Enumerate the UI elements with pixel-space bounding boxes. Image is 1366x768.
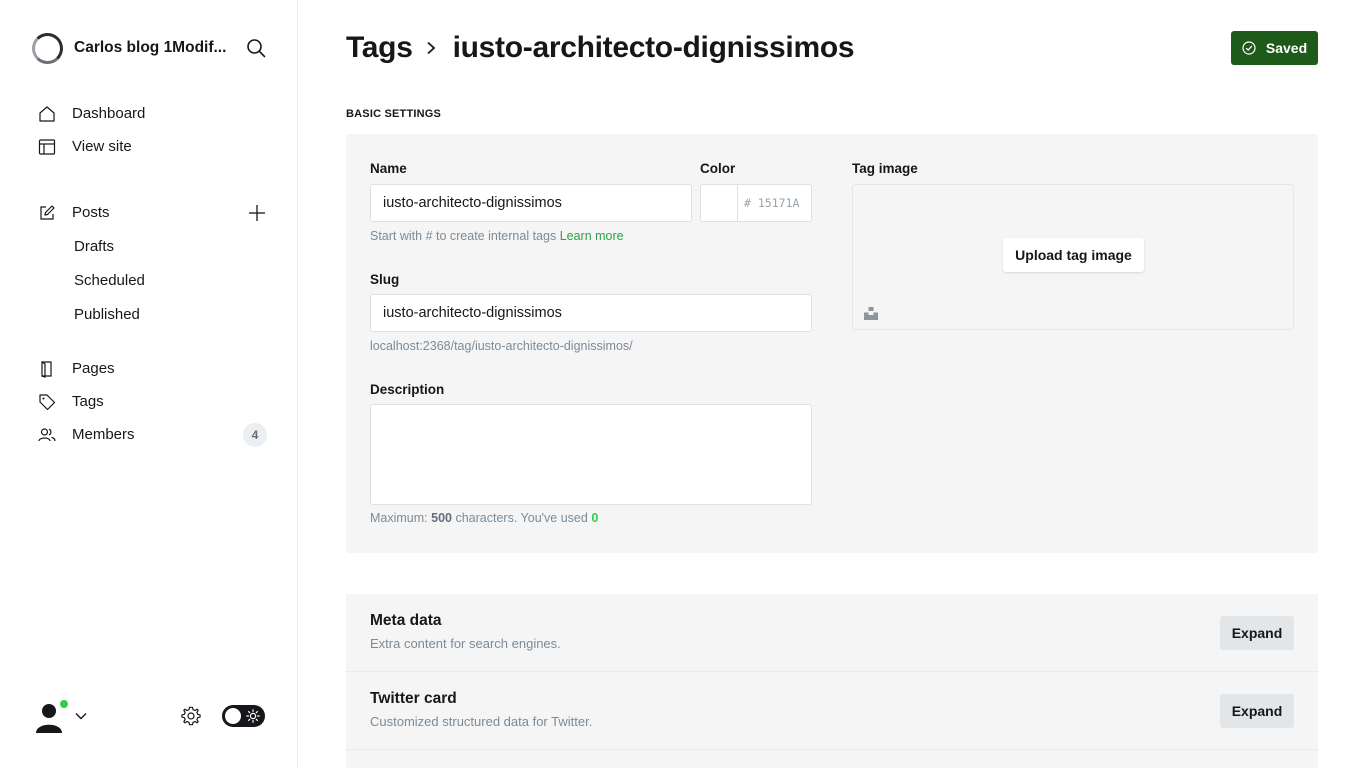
saved-label: Saved <box>1265 40 1308 56</box>
name-input[interactable]: iusto-architecto-dignissimos <box>370 184 692 222</box>
members-icon <box>38 426 56 444</box>
upload-tag-image-button[interactable]: Upload tag image <box>1003 238 1144 272</box>
description-textarea[interactable] <box>370 404 812 505</box>
new-post-plus-icon[interactable] <box>247 203 267 223</box>
nav-drafts[interactable]: Drafts <box>0 229 297 263</box>
sidebar: Carlos blog 1Modif... Dashboard View sit… <box>0 0 298 768</box>
gear-icon[interactable] <box>180 705 202 727</box>
nav-members[interactable]: Members 4 <box>0 418 297 451</box>
twitter-card-description: Customized structured data for Twitter. <box>370 714 593 729</box>
site-logo-icon[interactable] <box>32 32 63 64</box>
nav-view-site[interactable]: View site <box>0 130 297 163</box>
color-label: Color <box>700 161 736 176</box>
sidebar-footer <box>32 698 265 734</box>
nav-posts-label: Posts <box>72 204 110 221</box>
meta-data-section: Meta data Extra content for search engin… <box>346 594 1318 671</box>
site-header: Carlos blog 1Modif... <box>32 32 267 64</box>
unsplash-icon[interactable] <box>864 306 878 320</box>
home-icon <box>38 105 56 123</box>
description-label: Description <box>370 382 445 397</box>
nav-tags-label: Tags <box>72 393 104 410</box>
name-hint-text: Start with # to create internal tags <box>370 229 557 243</box>
learn-more-link[interactable]: Learn more <box>560 229 624 243</box>
nav-scheduled[interactable]: Scheduled <box>0 263 297 297</box>
desc-hint-middle: characters. You've used <box>455 511 588 525</box>
main-content: Tags iusto-architecto-dignissimos Saved … <box>298 0 1366 768</box>
desc-hint-prefix: Maximum: <box>370 511 428 525</box>
nav-dashboard-label: Dashboard <box>72 105 146 122</box>
description-hint: Maximum: 500 characters. You've used 0 <box>370 511 598 525</box>
basic-settings-card: Name iusto-architecto-dignissimos Start … <box>346 134 1318 553</box>
meta-data-expand-button[interactable]: Expand <box>1220 616 1294 650</box>
next-section <box>346 750 1318 768</box>
nav-dashboard[interactable]: Dashboard <box>0 97 297 130</box>
name-label: Name <box>370 161 407 176</box>
desc-max: 500 <box>431 511 452 525</box>
breadcrumb-current: iusto-architecto-dignissimos <box>452 31 855 64</box>
tag-image-label: Tag image <box>852 161 918 176</box>
tag-image-dropzone[interactable]: Upload tag image <box>852 184 1294 330</box>
meta-data-title: Meta data <box>370 612 442 629</box>
nav-view-site-label: View site <box>72 138 132 155</box>
search-icon[interactable] <box>245 37 267 59</box>
color-swatch[interactable] <box>700 184 738 222</box>
user-avatar-icon[interactable] <box>32 699 69 733</box>
color-hex-input[interactable]: # 15171A <box>737 184 812 222</box>
online-status-dot <box>59 699 69 709</box>
nav-published[interactable]: Published <box>0 297 297 331</box>
twitter-card-expand-button[interactable]: Expand <box>1220 694 1294 728</box>
slug-label: Slug <box>370 272 400 287</box>
desc-used-count: 0 <box>591 511 599 525</box>
site-title[interactable]: Carlos blog 1Modif... <box>74 39 232 57</box>
primary-nav: Dashboard View site <box>0 97 297 163</box>
chevron-down-icon[interactable] <box>74 709 88 723</box>
page-icon <box>38 360 56 378</box>
sun-icon <box>246 709 260 723</box>
meta-data-description: Extra content for search engines. <box>370 636 561 651</box>
nav-posts[interactable]: Posts <box>0 196 297 229</box>
content-nav: Pages Tags Members 4 <box>0 352 297 451</box>
chevron-right-icon <box>425 41 439 55</box>
slug-input[interactable]: iusto-architecto-dignissimos <box>370 294 812 332</box>
tag-icon <box>38 393 56 411</box>
saved-button[interactable]: Saved <box>1231 31 1318 65</box>
name-hint: Start with # to create internal tags Lea… <box>370 229 624 243</box>
posts-nav: Posts Drafts Scheduled Published <box>0 196 297 331</box>
edit-icon <box>38 204 56 222</box>
nav-tags[interactable]: Tags <box>0 385 297 418</box>
slug-url-hint: localhost:2368/tag/iusto-architecto-dign… <box>370 339 633 353</box>
twitter-card-section: Twitter card Customized structured data … <box>346 672 1318 749</box>
toggle-knob <box>225 708 241 724</box>
check-circle-icon <box>1242 41 1256 55</box>
breadcrumb-tags[interactable]: Tags <box>346 31 413 65</box>
basic-settings-heading: BASIC SETTINGS <box>346 108 442 120</box>
page-title: Tags iusto-architecto-dignissimos <box>346 28 855 68</box>
layout-icon <box>38 138 56 156</box>
nav-pages[interactable]: Pages <box>0 352 297 385</box>
nav-members-label: Members <box>72 426 135 443</box>
members-count-badge: 4 <box>243 422 267 447</box>
dark-mode-toggle[interactable] <box>222 705 265 727</box>
twitter-card-title: Twitter card <box>370 690 457 707</box>
nav-pages-label: Pages <box>72 360 115 377</box>
